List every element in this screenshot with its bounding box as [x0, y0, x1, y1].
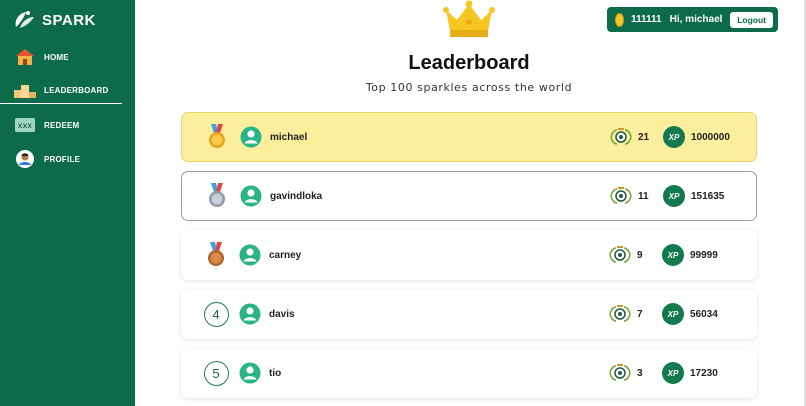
sidebar-item-label: PROFILE [44, 154, 81, 164]
sidebar-item-label: HOME [44, 52, 69, 62]
page-subtitle: Top 100 sparkles across the world [365, 81, 573, 94]
username: gavindloka [270, 190, 323, 202]
bronze-medal-icon [203, 242, 229, 268]
sidebar-item-label: LEADERBOARD [44, 86, 109, 95]
badge-count: 9 [637, 249, 643, 261]
leaderboard-row[interactable]: 5 tio 3 XP 17230 [181, 348, 757, 398]
score: 17230 [690, 367, 718, 379]
badge-count: 11 [638, 190, 649, 202]
score: 151635 [691, 190, 725, 202]
user-avatar-icon [239, 362, 261, 384]
sidebar-item-label: REDEEM [44, 120, 80, 130]
score: 56034 [690, 308, 718, 320]
user-avatar-icon [239, 244, 261, 266]
score: 1000000 [691, 131, 730, 143]
leaderboard-row[interactable]: gavindloka 11 XP 151635 [181, 171, 757, 221]
badge-wreath-icon [609, 364, 631, 381]
username: tio [269, 367, 282, 379]
badge-wreath-icon [610, 187, 632, 204]
coin-balance: 111111 [631, 14, 662, 25]
rank-number: 4 [203, 301, 229, 327]
crown-icon [443, 0, 495, 37]
sidebar-item-home[interactable]: HOME [0, 44, 135, 70]
rank-badge: 5 [203, 360, 229, 386]
spark-points-icon: XP [662, 303, 684, 325]
user-avatar-icon [240, 185, 262, 207]
svg-text:XXX: XXX [18, 123, 33, 130]
ticket-icon: XXX [14, 115, 36, 135]
spark-points-icon: XP [663, 185, 685, 207]
badge-count: 3 [637, 367, 643, 379]
podium-icon [14, 81, 36, 101]
profile-avatar-icon [14, 149, 36, 169]
spark-points-icon: XP [662, 244, 684, 266]
spark-points-icon: XP [663, 126, 685, 148]
score: 99999 [690, 249, 718, 261]
home-icon [14, 47, 36, 67]
greeting: Hi, michael [669, 14, 723, 25]
badge-count: 7 [637, 308, 643, 320]
username: davis [269, 308, 295, 320]
user-avatar-icon [239, 303, 261, 325]
badge-count: 21 [638, 131, 650, 143]
coin-icon [615, 12, 624, 27]
user-avatar-icon [240, 126, 262, 148]
brand-name: SPARK [42, 11, 96, 29]
badge-wreath-icon [610, 128, 632, 145]
badge-wreath-icon [609, 246, 631, 263]
spark-points-icon: XP [662, 362, 684, 384]
sidebar: SPARK HOME LEADERBOARD XXX REDEEM PROFIL… [0, 0, 135, 406]
leaderboard-row[interactable]: carney 9 XP 99999 [181, 230, 757, 280]
leaderboard-row[interactable]: 4 davis 7 XP 56034 [181, 289, 757, 339]
spark-logo-icon [15, 11, 34, 28]
rank-number: 5 [203, 360, 229, 386]
leaderboard-row[interactable]: michael 21 XP 1000000 [181, 112, 757, 162]
sidebar-item-redeem[interactable]: XXX REDEEM [0, 112, 135, 138]
user-bar: 111111 Hi, michael Logout [607, 7, 778, 32]
silver-medal-icon [204, 183, 230, 209]
username: carney [269, 249, 302, 261]
logout-button[interactable]: Logout [730, 11, 773, 28]
rank-badge: 4 [203, 301, 229, 327]
sidebar-item-profile[interactable]: PROFILE [0, 146, 135, 172]
username: michael [270, 131, 308, 143]
brand[interactable]: SPARK [0, 0, 135, 34]
sidebar-item-leaderboard[interactable]: LEADERBOARD [0, 78, 122, 104]
gold-medal-icon [204, 124, 230, 150]
badge-wreath-icon [609, 305, 631, 322]
page-title: Leaderboard [408, 52, 530, 74]
